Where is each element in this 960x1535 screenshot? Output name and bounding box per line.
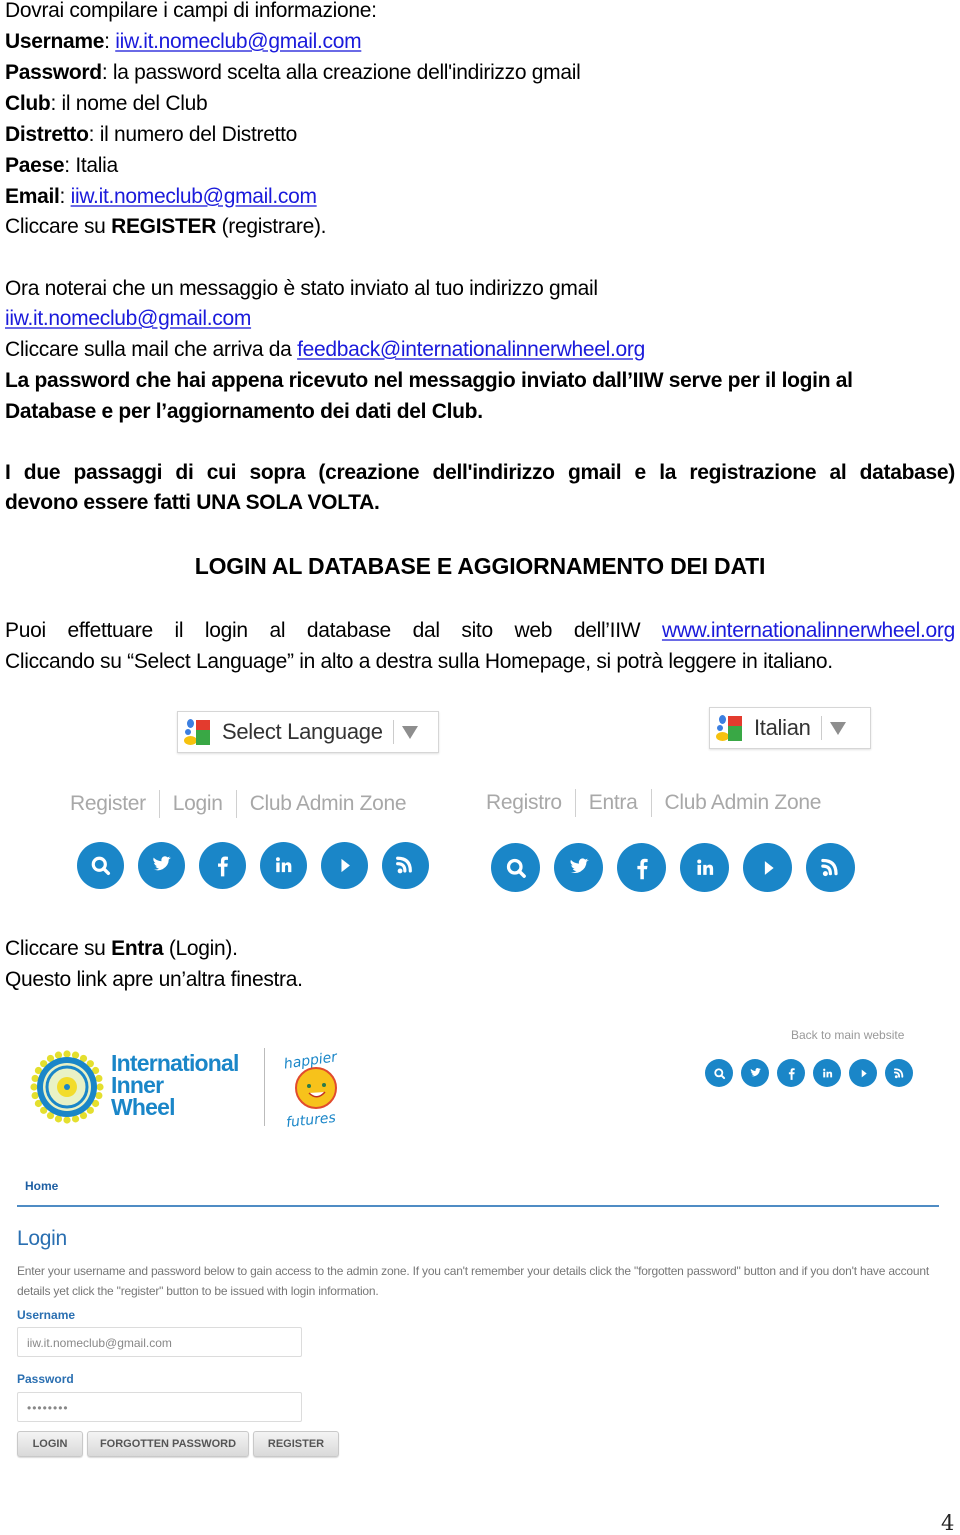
section-heading: LOGIN AL DATABASE E AGGIORNAMENTO DEI DA… <box>194 553 766 579</box>
login-button[interactable]: LOGIN <box>17 1431 83 1457</box>
once-note-1: I due passaggi di cui sopra (creazione d… <box>5 461 955 484</box>
entra-line-2: Questo link apre un’altra finestra. <box>5 968 303 991</box>
nav-register[interactable]: Register <box>70 792 146 816</box>
field-value: il numero del Distretto <box>99 123 298 146</box>
nav-registro[interactable]: Registro <box>486 791 562 815</box>
field-username: Username: iiw.it.nomeclub@gmail.com <box>5 30 362 53</box>
message-line: Ora noterai che un messaggio è stato inv… <box>5 277 598 300</box>
username-input[interactable]: iiw.it.nomeclub@gmail.com <box>17 1327 302 1357</box>
field-password: Password: la password scelta alla creazi… <box>5 61 581 84</box>
language-select-english[interactable]: Select Language <box>177 711 439 753</box>
iiw-logo: International Inner Wheel happier future… <box>30 1048 360 1128</box>
password-label: Password <box>17 1372 74 1386</box>
feedback-line: Cliccare sulla mail che arriva da feedba… <box>5 338 645 361</box>
field-distretto: Distretto: il numero del Distretto <box>5 123 298 146</box>
field-value: Italia <box>75 154 118 177</box>
search-icon[interactable] <box>705 1059 733 1087</box>
login-info-line-2: Cliccando su “Select Language” in alto a… <box>5 650 833 673</box>
login-buttons: LOGIN FORGOTTEN PASSWORD REGISTER <box>17 1431 339 1457</box>
facebook-icon[interactable] <box>777 1059 805 1087</box>
play-icon[interactable] <box>321 842 368 889</box>
site-link[interactable]: www.internationalinnerwheel.org <box>662 619 955 642</box>
nav-entra[interactable]: Entra <box>589 791 638 815</box>
nav-login[interactable]: Login <box>173 792 223 816</box>
language-select-italian[interactable]: Italian <box>709 707 871 749</box>
inner-wheel-emblem-icon <box>30 1050 104 1124</box>
field-paese: Paese: Italia <box>5 154 118 177</box>
rss-icon[interactable] <box>885 1059 913 1087</box>
field-club: Club: il nome del Club <box>5 92 208 115</box>
register-instruction: Cliccare su REGISTER (registrare). <box>5 215 327 238</box>
field-label: Username <box>5 30 105 53</box>
dropdown-arrow-icon <box>401 725 418 739</box>
page-number: 4 <box>941 1511 955 1535</box>
register-button[interactable]: REGISTER <box>253 1431 339 1457</box>
facebook-icon[interactable] <box>199 842 246 889</box>
field-label: Club <box>5 92 51 115</box>
linkedin-icon[interactable] <box>680 843 729 892</box>
intro-line: Dovrai compilare i campi di informazione… <box>5 0 377 22</box>
play-icon[interactable] <box>849 1059 877 1087</box>
nav-club-admin-zone[interactable]: Club Admin Zone <box>665 791 822 815</box>
forgotten-password-button[interactable]: FORGOTTEN PASSWORD <box>87 1431 249 1457</box>
nav-links-italian: Registro Entra Club Admin Zone <box>486 789 821 817</box>
dropdown-arrow-icon <box>829 721 846 735</box>
play-icon[interactable] <box>743 843 792 892</box>
breadcrumb-home[interactable]: Home <box>25 1179 58 1193</box>
linkedin-icon[interactable] <box>813 1059 841 1087</box>
login-info-line-1: Puoi effettuare il login al database dal… <box>5 619 955 642</box>
password-note-2: Database e per l’aggiornamento dei dati … <box>5 400 483 423</box>
facebook-icon[interactable] <box>617 843 666 892</box>
twitter-icon[interactable] <box>138 842 185 889</box>
gmail-link[interactable]: iiw.it.nomeclub@gmail.com <box>5 307 251 330</box>
password-input[interactable]: •••••••• <box>17 1392 302 1422</box>
google-translate-icon <box>716 714 744 742</box>
social-icons-italian <box>491 843 855 892</box>
rss-icon[interactable] <box>382 842 429 889</box>
field-email: Email: iiw.it.nomeclub@gmail.com <box>5 185 317 208</box>
linkedin-icon[interactable] <box>260 842 307 889</box>
field-label: Paese <box>5 154 65 177</box>
field-value: il nome del Club <box>61 92 208 115</box>
rss-icon[interactable] <box>806 843 855 892</box>
back-to-main-link[interactable]: Back to main website <box>791 1028 904 1042</box>
login-description: Enter your username and password below t… <box>17 1264 929 1298</box>
password-note-1: La password che hai appena ricevuto nel … <box>5 369 853 392</box>
search-icon[interactable] <box>491 843 540 892</box>
nav-club-admin-zone[interactable]: Club Admin Zone <box>250 792 407 816</box>
search-icon[interactable] <box>77 842 124 889</box>
username-label: Username <box>17 1308 76 1322</box>
field-label: Password <box>5 61 102 84</box>
social-icons-english <box>77 842 429 889</box>
twitter-icon[interactable] <box>741 1059 769 1087</box>
message-email: iiw.it.nomeclub@gmail.com <box>5 306 251 332</box>
nav-links-english: Register Login Club Admin Zone <box>70 790 407 818</box>
divider <box>17 1205 939 1207</box>
username-email-link[interactable]: iiw.it.nomeclub@gmail.com <box>115 30 361 53</box>
entra-line-1: Cliccare su Entra (Login). <box>5 937 238 960</box>
login-title: Login <box>17 1227 67 1250</box>
twitter-icon[interactable] <box>554 843 603 892</box>
google-translate-icon <box>184 718 212 746</box>
field-label: Distretto <box>5 123 89 146</box>
once-note-2: devono essere fatti UNA SOLA VOLTA. <box>5 491 380 514</box>
iiw-logo-text: International Inner Wheel <box>111 1050 239 1120</box>
field-value: la password scelta alla creazione dell'i… <box>112 61 581 84</box>
feedback-email-link[interactable]: feedback@internationalinnerwheel.org <box>297 338 645 361</box>
svg-text:futures: futures <box>285 1110 336 1128</box>
email-link[interactable]: iiw.it.nomeclub@gmail.com <box>71 185 317 208</box>
social-icons-header <box>705 1059 913 1087</box>
happier-futures-logo: happier futures <box>283 1049 339 1128</box>
field-label: Email <box>5 185 60 208</box>
